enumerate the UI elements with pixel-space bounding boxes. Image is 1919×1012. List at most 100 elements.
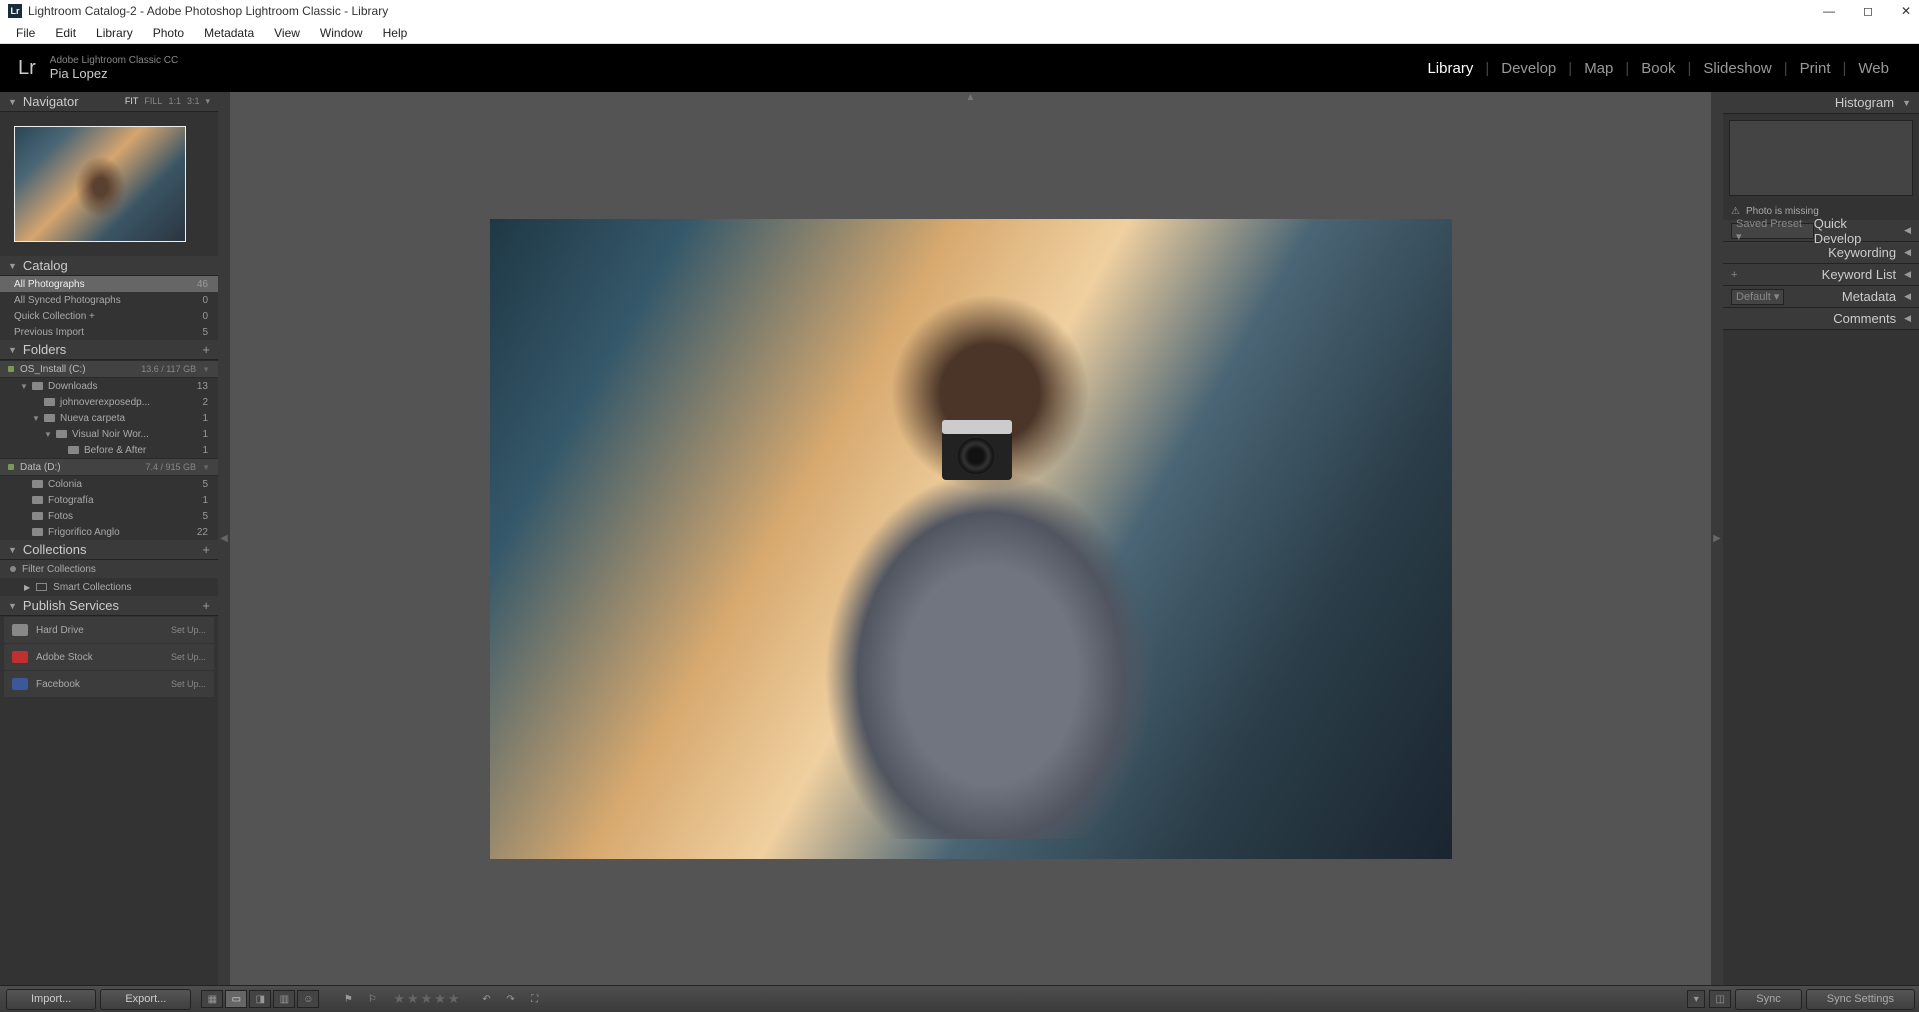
module-library[interactable]: Library (1415, 60, 1485, 77)
folder-item[interactable]: Frigorifico Anglo22 (0, 524, 218, 540)
setup-link[interactable]: Set Up... (171, 679, 206, 689)
service-icon (12, 678, 28, 690)
export-button[interactable]: Export... (100, 989, 191, 1010)
sync-toggle-icon[interactable]: ◫ (1709, 990, 1731, 1008)
zoom-3-1[interactable]: 3:1 (187, 96, 200, 107)
sync-settings-button[interactable]: Sync Settings (1806, 989, 1915, 1010)
loupe-view[interactable]: ▲ (230, 92, 1711, 985)
close-button[interactable]: ✕ (1901, 4, 1911, 18)
service-icon (12, 624, 28, 636)
folder-icon (56, 430, 67, 438)
setup-link[interactable]: Set Up... (171, 625, 206, 635)
panel-header-metadata[interactable]: Default ▾Metadata◀ (1723, 286, 1919, 308)
flag-pick-icon[interactable]: ⚑ (337, 990, 359, 1008)
panel-header-comments[interactable]: Comments◀ (1723, 308, 1919, 330)
flag-reject-icon[interactable]: ⚐ (361, 990, 383, 1008)
publish-service-item[interactable]: FacebookSet Up... (4, 671, 214, 697)
folder-icon (32, 512, 43, 520)
folder-item[interactable]: Fotos5 (0, 508, 218, 524)
right-expand-handle[interactable]: ▶ (1711, 92, 1723, 985)
folders-header[interactable]: ▼ Folders + (0, 340, 218, 360)
zoom-dropdown-icon[interactable]: ▾ (205, 96, 210, 107)
module-print[interactable]: Print (1788, 60, 1843, 77)
chevron-left-icon: ◀ (1904, 247, 1911, 258)
add-icon[interactable]: + (1731, 269, 1737, 281)
publish-header[interactable]: ▼ Publish Services + (0, 596, 218, 616)
dropdown[interactable]: Saved Preset ▾ (1731, 223, 1814, 239)
drive-row[interactable]: Data (D:)7.4 / 915 GB▼ (0, 458, 218, 476)
survey-view-icon[interactable]: ▥ (273, 990, 295, 1008)
rotate-ccw-icon[interactable]: ↶ (476, 990, 498, 1008)
chevron-left-icon: ◀ (1904, 291, 1911, 302)
zoom-fill[interactable]: FILL (144, 96, 162, 107)
module-develop[interactable]: Develop (1489, 60, 1568, 77)
rotate-cw-icon[interactable]: ↷ (500, 990, 522, 1008)
right-panel: Histogram ▼ ⚠ Photo is missing Saved Pre… (1723, 92, 1919, 985)
catalog-item[interactable]: All Synced Photographs0 (0, 292, 218, 308)
publish-service-item[interactable]: Hard DriveSet Up... (4, 617, 214, 643)
catalog-item[interactable]: Previous Import5 (0, 324, 218, 340)
filter-collections-row[interactable]: Filter Collections (0, 560, 218, 578)
minimize-button[interactable]: — (1823, 4, 1835, 18)
catalog-item[interactable]: All Photographs46 (0, 276, 218, 292)
left-expand-handle[interactable]: ◀ (218, 92, 230, 985)
menu-metadata[interactable]: Metadata (194, 26, 264, 40)
compare-view-icon[interactable]: ◨ (249, 990, 271, 1008)
dropdown[interactable]: Default ▾ (1731, 289, 1784, 305)
menu-edit[interactable]: Edit (45, 26, 86, 40)
drive-row[interactable]: OS_Install (C:)13.6 / 117 GB▼ (0, 360, 218, 378)
chevron-down-icon: ▼ (8, 545, 17, 555)
menu-view[interactable]: View (264, 26, 310, 40)
folder-item[interactable]: Colonia5 (0, 476, 218, 492)
publish-service-item[interactable]: Adobe StockSet Up... (4, 644, 214, 670)
add-publish-button[interactable]: + (202, 598, 210, 613)
top-expand-handle[interactable]: ▲ (951, 92, 991, 100)
crop-icon[interactable]: ⛶ (524, 990, 546, 1008)
folder-item[interactable]: ▼Downloads13 (0, 378, 218, 394)
catalog-header[interactable]: ▼ Catalog (0, 256, 218, 276)
loupe-view-icon[interactable]: ▭ (225, 990, 247, 1008)
menu-file[interactable]: File (6, 26, 45, 40)
sync-button[interactable]: Sync (1735, 989, 1801, 1010)
folder-icon (32, 528, 43, 536)
folder-icon (68, 446, 79, 454)
module-slideshow[interactable]: Slideshow (1691, 60, 1783, 77)
folder-item[interactable]: Fotografía1 (0, 492, 218, 508)
add-collection-button[interactable]: + (202, 542, 210, 557)
folder-item[interactable]: johnoverexposedp...2 (0, 394, 218, 410)
grid-view-icon[interactable]: ▦ (201, 990, 223, 1008)
smart-collections-row[interactable]: ▶ Smart Collections (0, 578, 218, 596)
rating-stars[interactable]: ★★★★★ (393, 991, 461, 1007)
add-folder-button[interactable]: + (202, 342, 210, 357)
navigator-preview[interactable] (0, 112, 218, 256)
navigator-header[interactable]: ▼ Navigator FITFILL1:13:1▾ (0, 92, 218, 112)
module-web[interactable]: Web (1846, 60, 1901, 77)
menu-library[interactable]: Library (86, 26, 143, 40)
setup-link[interactable]: Set Up... (171, 652, 206, 662)
people-view-icon[interactable]: ☺ (297, 990, 319, 1008)
maximize-button[interactable]: ◻ (1863, 4, 1873, 18)
collections-header[interactable]: ▼ Collections + (0, 540, 218, 560)
navigator-thumbnail[interactable] (14, 126, 186, 242)
smart-collections-label: Smart Collections (53, 582, 131, 593)
filter-dropdown-icon[interactable]: ▾ (1687, 990, 1705, 1008)
navigator-title: Navigator (23, 94, 79, 109)
panel-header-quick-develop[interactable]: Saved Preset ▾Quick Develop◀ (1723, 220, 1919, 242)
module-map[interactable]: Map (1572, 60, 1625, 77)
zoom-1-1[interactable]: 1:1 (168, 96, 181, 107)
folder-item[interactable]: ▼Nueva carpeta1 (0, 410, 218, 426)
catalog-item[interactable]: Quick Collection +0 (0, 308, 218, 324)
panel-header-keyword-list[interactable]: +Keyword List◀ (1723, 264, 1919, 286)
menu-window[interactable]: Window (310, 26, 373, 40)
folder-item[interactable]: Before & After1 (0, 442, 218, 458)
chevron-left-icon: ◀ (1904, 313, 1911, 324)
folder-item[interactable]: ▼Visual Noir Wor...1 (0, 426, 218, 442)
import-button[interactable]: Import... (6, 989, 96, 1010)
menu-photo[interactable]: Photo (143, 26, 194, 40)
module-book[interactable]: Book (1629, 60, 1687, 77)
main-photo[interactable] (490, 219, 1452, 859)
folder-icon (32, 382, 43, 390)
zoom-fit[interactable]: FIT (125, 96, 139, 107)
histogram-header[interactable]: Histogram ▼ (1723, 92, 1919, 114)
menu-help[interactable]: Help (373, 26, 418, 40)
